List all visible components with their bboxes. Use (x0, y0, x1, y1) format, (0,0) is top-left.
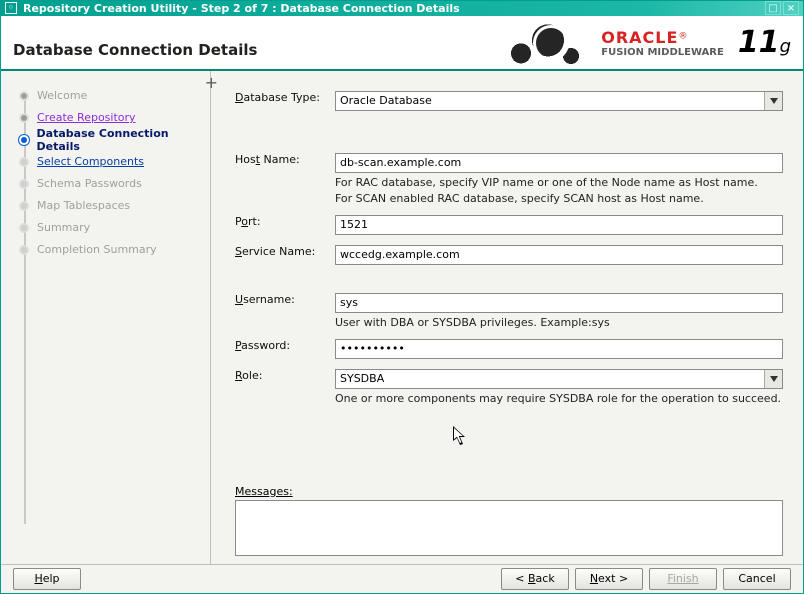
step-select-components[interactable]: Select Components (19, 151, 202, 173)
messages-label: Messages: (235, 485, 783, 498)
port-input[interactable] (335, 215, 783, 235)
window-title: Repository Creation Utility - Step 2 of … (23, 2, 763, 15)
titlebar[interactable]: ◦ Repository Creation Utility - Step 2 o… (1, 1, 803, 16)
host-hint1: For RAC database, specify VIP name or on… (335, 176, 783, 189)
brand-text: ORACLE® FUSION MIDDLEWARE (601, 28, 724, 58)
finish-button: Finish (649, 568, 717, 590)
window-root: ◦ Repository Creation Utility - Step 2 o… (0, 0, 804, 594)
maximize-icon[interactable]: □ (765, 1, 781, 15)
step-db-connection[interactable]: Database Connection Details (19, 129, 202, 151)
host-input[interactable] (335, 153, 783, 173)
brand-fusion: FUSION MIDDLEWARE (601, 47, 724, 58)
role-hint: One or more components may require SYSDB… (335, 392, 783, 405)
gears-icon (493, 17, 593, 69)
role-label: Role: (235, 369, 335, 382)
host-label: Host Name: (235, 153, 335, 166)
step-welcome[interactable]: Welcome (19, 85, 202, 107)
form-area: Database Type: Oracle Database Host Name… (211, 71, 803, 564)
close-icon[interactable]: × (783, 1, 799, 15)
chevron-down-icon[interactable] (764, 92, 782, 110)
cursor-icon (453, 426, 467, 449)
password-label: Password: (235, 339, 335, 352)
page-title: Database Connection Details (13, 41, 257, 59)
username-input[interactable] (335, 293, 783, 313)
username-hint: User with DBA or SYSDBA privileges. Exam… (335, 316, 783, 329)
host-hint2: For SCAN enabled RAC database, specify S… (335, 192, 783, 205)
back-button[interactable]: < Back (501, 568, 569, 590)
brand-version: 11g (738, 25, 791, 60)
password-input[interactable] (335, 339, 783, 359)
step-schema-passwords: Schema Passwords (19, 173, 202, 195)
messages-box[interactable] (235, 500, 783, 556)
cancel-button[interactable]: Cancel (723, 568, 791, 590)
step-completion-summary: Completion Summary (19, 239, 202, 261)
help-button[interactable]: Help (13, 568, 81, 590)
chevron-down-icon[interactable] (764, 370, 782, 388)
service-label: Service Name: (235, 245, 335, 258)
role-select[interactable]: SYSDBA (335, 369, 783, 389)
body: + Welcome Create Repository Database Con… (1, 71, 803, 564)
username-label: Username: (235, 293, 335, 306)
db-type-select[interactable]: Oracle Database (335, 91, 783, 111)
sysmenu-icon[interactable]: ◦ (5, 2, 17, 14)
header: Database Connection Details ORACLE® FUSI… (1, 16, 803, 71)
step-map-tablespaces: Map Tablespaces (19, 195, 202, 217)
footer: Help < Back Next > Finish Cancel (1, 564, 803, 593)
brand-oracle: ORACLE (601, 28, 678, 47)
steps-sidebar: + Welcome Create Repository Database Con… (1, 71, 211, 564)
port-label: Port: (235, 215, 335, 228)
next-button[interactable]: Next > (575, 568, 643, 590)
branding: ORACLE® FUSION MIDDLEWARE 11g (493, 17, 791, 69)
step-summary: Summary (19, 217, 202, 239)
step-create-repository[interactable]: Create Repository (19, 107, 202, 129)
db-type-label: Database Type: (235, 91, 335, 104)
service-input[interactable] (335, 245, 783, 265)
